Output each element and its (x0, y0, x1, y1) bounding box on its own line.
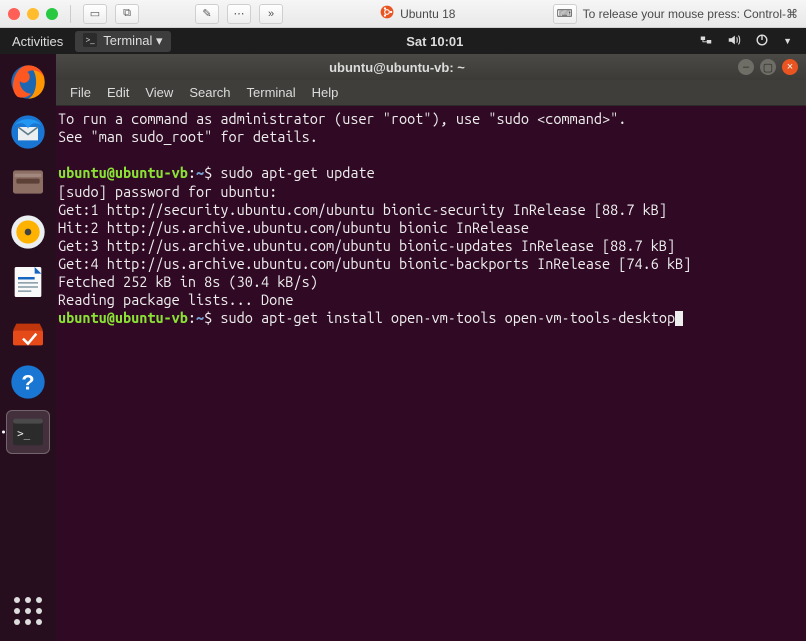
menu-edit[interactable]: Edit (107, 85, 129, 100)
svg-text:?: ? (21, 370, 34, 395)
menu-help[interactable]: Help (312, 85, 339, 100)
vm-title: Ubuntu 18 (400, 7, 455, 21)
vm-toolbar-button[interactable]: ▭ (83, 4, 107, 24)
dock-terminal[interactable]: >_ (6, 410, 50, 454)
menu-terminal[interactable]: Terminal (247, 85, 296, 100)
chevron-down-icon[interactable]: ▼ (783, 36, 792, 46)
terminal-icon: >_ (83, 33, 97, 50)
gnome-top-bar: Activities >_ Terminal ▾ Sat 10:01 ▼ (0, 28, 806, 54)
dock-libreoffice-writer[interactable] (6, 260, 50, 304)
dock-thunderbird[interactable] (6, 110, 50, 154)
terminal-titlebar[interactable]: ubuntu@ubuntu-vb: ~ – ▢ × (56, 54, 806, 80)
apps-grid-icon (11, 594, 45, 628)
maximize-icon[interactable] (46, 8, 58, 20)
vm-toolbar-button[interactable]: » (259, 4, 283, 24)
activities-button[interactable]: Activities (12, 34, 63, 49)
vm-keyboard-button[interactable]: ⌨ (553, 4, 577, 24)
svg-text:>_: >_ (17, 427, 31, 440)
ubuntu-desktop: Activities >_ Terminal ▾ Sat 10:01 ▼ (0, 28, 806, 641)
vm-toolbar-button[interactable]: ✎ (195, 4, 219, 24)
app-menu-button[interactable]: >_ Terminal ▾ (75, 31, 170, 52)
window-minimize-button[interactable]: – (738, 59, 754, 75)
running-indicator-icon (2, 431, 5, 434)
terminal-title: ubuntu@ubuntu-vb: ~ (56, 60, 738, 75)
terminal-window: ubuntu@ubuntu-vb: ~ – ▢ × File Edit View… (56, 54, 806, 641)
window-traffic-lights (8, 8, 58, 20)
vm-toolbar-button[interactable]: ⧉ (115, 4, 139, 24)
dock-ubuntu-software[interactable] (6, 310, 50, 354)
vm-release-hint: To release your mouse press: Control-⌘ (583, 7, 798, 21)
ubuntu-icon (380, 5, 394, 22)
window-close-button[interactable]: × (782, 59, 798, 75)
terminal-menubar: File Edit View Search Terminal Help (56, 80, 806, 106)
dock-rhythmbox[interactable] (6, 210, 50, 254)
show-applications-button[interactable] (6, 589, 50, 633)
window-maximize-button[interactable]: ▢ (760, 59, 776, 75)
dock-firefox[interactable] (6, 60, 50, 104)
power-icon[interactable] (755, 33, 769, 50)
terminal-content[interactable]: To run a command as administrator (user … (56, 106, 806, 641)
menu-file[interactable]: File (70, 85, 91, 100)
app-menu-label: Terminal ▾ (103, 33, 162, 49)
clock[interactable]: Sat 10:01 (171, 34, 700, 49)
svg-text:>_: >_ (86, 35, 96, 44)
vm-toolbar-button[interactable]: ⋯ (227, 4, 251, 24)
close-icon[interactable] (8, 8, 20, 20)
network-icon[interactable] (699, 33, 713, 50)
minimize-icon[interactable] (27, 8, 39, 20)
vm-titlebar: ▭ ⧉ ✎ ⋯ » Ubuntu 18 ⌨ To release your mo… (0, 0, 806, 28)
dock-help[interactable]: ? (6, 360, 50, 404)
menu-view[interactable]: View (145, 85, 173, 100)
dock-files[interactable] (6, 160, 50, 204)
dock: ? >_ (0, 54, 56, 641)
volume-icon[interactable] (727, 33, 741, 50)
menu-search[interactable]: Search (189, 85, 230, 100)
